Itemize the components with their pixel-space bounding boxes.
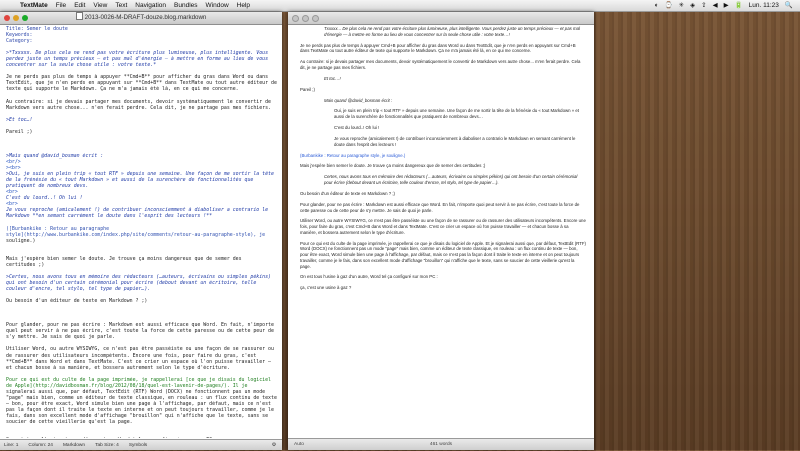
gear-icon[interactable]: ⚙ bbox=[272, 440, 282, 450]
preview-paragraph: (Burbankike : Retour au paragraphe style… bbox=[300, 152, 406, 158]
editor-line[interactable]: Pour ce qui est du culte de la page impr… bbox=[6, 377, 282, 383]
symbol-selector[interactable]: Symbols bbox=[129, 440, 147, 450]
menu-bar: TextMate File Edit View Text Navigation … bbox=[0, 0, 800, 12]
preview-titlebar[interactable] bbox=[288, 12, 594, 25]
window-controls bbox=[4, 15, 28, 21]
menu-app-name[interactable]: TextMate bbox=[16, 0, 52, 11]
preview-paragraph: ça, c'est une usine à gaz ? bbox=[300, 285, 352, 291]
editor-line[interactable]: style](http://www.burbankike.com/index.p… bbox=[6, 232, 282, 238]
editor-status-bar: Line: 1 Column: 24 Markdown Tab Size: 4 … bbox=[0, 439, 282, 450]
editor-line[interactable]: On est tous l'usine à gaz d'un autre, Wo… bbox=[6, 437, 282, 438]
editor-window: 2013-0026-M-DRAFT-douze.blog.markdown Ti… bbox=[0, 12, 282, 450]
editor-line[interactable]: Utiliser Word, ou autre WYSIWYG, ce n'es… bbox=[6, 346, 282, 352]
preview-paragraph: Ou besoin d'un éditeur de texte en Markd… bbox=[300, 190, 396, 196]
menu-help[interactable]: Help bbox=[233, 0, 254, 11]
preview-paragraph: Je ne perds pas plus de temps à appuyer … bbox=[300, 42, 576, 54]
editor-line[interactable]: Au contraire: si je devais partager mes … bbox=[6, 99, 282, 105]
editor-line[interactable]: signalerai aussi que, par défaut, TextEd… bbox=[6, 389, 282, 395]
battery-icon[interactable]: 🔋 bbox=[732, 0, 746, 11]
editor-line[interactable]: de Apple](http://davidbosman.fr/blog/201… bbox=[6, 383, 282, 389]
prev-icon[interactable]: ◀ bbox=[710, 0, 721, 11]
clock[interactable]: Lun. 11:23 bbox=[746, 0, 782, 11]
preview-minimize-button[interactable] bbox=[302, 15, 309, 22]
minimize-button[interactable] bbox=[13, 15, 19, 21]
preview-status-bar: Auto 461 words bbox=[288, 438, 594, 450]
preview-paragraph: C'est du lourd..! Oh lui ! bbox=[334, 125, 380, 131]
document-icon bbox=[75, 12, 83, 20]
bluetooth-icon[interactable]: ✳ bbox=[676, 0, 687, 11]
editor-titlebar[interactable]: 2013-0026-M-DRAFT-douze.blog.markdown bbox=[0, 12, 282, 25]
preview-paragraph: Pour ce qui est du culte de la page impr… bbox=[300, 240, 586, 269]
preview-paragraph: Je vous reproche (amicalement !) de cont… bbox=[334, 135, 576, 147]
preview-close-button[interactable] bbox=[292, 15, 299, 22]
wifi-icon[interactable]: ◈ bbox=[687, 0, 698, 11]
editor-line[interactable]: de rassurer des utilisateurs incompétent… bbox=[6, 353, 282, 359]
preview-paragraph: Utiliser Word, ou autre WYSIWYG, ce n'es… bbox=[300, 218, 586, 235]
next-icon[interactable]: ▶ bbox=[721, 0, 732, 11]
menu-file[interactable]: File bbox=[52, 0, 70, 11]
editor-title: 2013-0026-M-DRAFT-douze.blog.markdown bbox=[84, 14, 207, 21]
preview-window-controls bbox=[292, 15, 319, 22]
preview-zoom-button[interactable] bbox=[312, 15, 319, 22]
preview-paragraph: Oui, je suis en plein trip « tout RTF » … bbox=[334, 108, 579, 120]
editor-line[interactable]: "page" mais bien, comme un éditeur de te… bbox=[6, 395, 282, 401]
editor-line[interactable]: **Cmd+B** dans Word et dans TextMate. C'… bbox=[6, 359, 282, 365]
editor-line[interactable]: Mais j'espère bien semer le doute. Je tr… bbox=[6, 256, 282, 262]
preview-paragraph: On est tous l'usine à gaz d'un autre, Wo… bbox=[300, 274, 438, 280]
word-count: 461 words bbox=[429, 442, 453, 447]
input-icon[interactable]: ⇪ bbox=[698, 0, 709, 11]
line-indicator: Line: 1 bbox=[4, 443, 19, 448]
preview-window: Txxxxx... De plus cela ne rend pas votre… bbox=[288, 12, 594, 450]
editor-line[interactable]: Markdown vers autre chose... n'en ferait… bbox=[6, 105, 282, 111]
menu-text[interactable]: Text bbox=[111, 0, 131, 11]
close-button[interactable] bbox=[4, 15, 10, 21]
status-icon[interactable]: ◐ bbox=[652, 0, 662, 11]
time-machine-icon[interactable]: ⌚ bbox=[662, 0, 676, 11]
menu-navigation[interactable]: Navigation bbox=[131, 0, 170, 11]
menu-window[interactable]: Window bbox=[202, 0, 233, 11]
preview-paragraph: Pareil ;) bbox=[300, 86, 315, 92]
menu-extras: ◐ ⌚ ✳ ◈ ⇪ ◀ ▶ 🔋 Lun. 11:23 🔍 bbox=[652, 0, 800, 11]
preview-paragraph: Au contraire: si je devais partager mes … bbox=[300, 59, 581, 70]
preview-content: Txxxxx... De plus cela ne rend pas votre… bbox=[288, 25, 594, 438]
zoom-button[interactable] bbox=[22, 15, 28, 21]
preview-paragraph: Txxxxx... De plus cela ne rend pas votre… bbox=[324, 26, 581, 37]
preview-paragraph: Certes, nous avons tous en mémoire des r… bbox=[324, 174, 578, 186]
menu-view[interactable]: View bbox=[89, 0, 111, 11]
preview-paragraph: Et toc…! bbox=[324, 75, 341, 81]
menu-bundles[interactable]: Bundles bbox=[170, 0, 202, 11]
column-indicator: Column: 24 bbox=[28, 443, 53, 448]
tab-size-selector[interactable]: Tab Size: 4 bbox=[95, 440, 119, 450]
preview-paragraph: Mais j'espère bien semer le doute. Je tr… bbox=[300, 163, 486, 169]
menu-edit[interactable]: Edit bbox=[70, 0, 89, 11]
spotlight-icon[interactable]: 🔍 bbox=[782, 0, 796, 11]
editor-text-area[interactable]: Title: Semer le doute Keywords: Category: >… bbox=[0, 25, 282, 438]
preview-paragraph: Pour glander, pour ne pas écrire : Markd… bbox=[300, 201, 580, 213]
language-selector[interactable]: Markdown bbox=[63, 440, 85, 450]
preview-paragraph: Mais quand @david_bosman écrit : bbox=[324, 97, 393, 103]
